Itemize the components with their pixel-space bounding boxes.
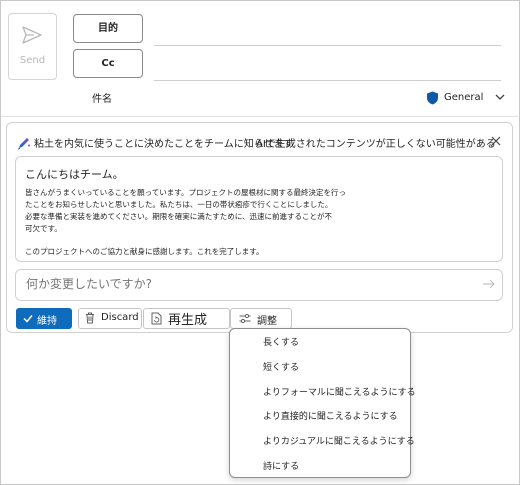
header-divider bbox=[1, 116, 518, 117]
draft-line: たことをお知らせしたいと思いました。私たちは、一日の帯状疱疹で行くことにしました… bbox=[25, 200, 333, 209]
send-label: Send bbox=[19, 55, 46, 66]
menu-item-poem[interactable]: 詩にする bbox=[263, 459, 299, 472]
check-icon bbox=[23, 315, 33, 323]
copilot-draft-card: 粘土を内気に使うことに決めたことをチームに知らせます AIで生成されたコンテンツ… bbox=[6, 122, 513, 333]
draft-line: 皆さんがうまくいっていることを願っています。プロジェクトの屋根材に関する最終決定… bbox=[25, 188, 346, 197]
draft-text-area[interactable]: こんにちはチーム。 皆さんがうまくいっていることを願っています。プロジェクトの屋… bbox=[15, 156, 503, 262]
adjust-button[interactable]: 調整 bbox=[230, 308, 292, 329]
regenerate-icon bbox=[151, 312, 162, 325]
discard-label: Discard bbox=[101, 312, 139, 323]
regenerate-label: 再生成 bbox=[168, 313, 208, 328]
menu-item-shorter[interactable]: 短くする bbox=[263, 360, 299, 373]
close-icon[interactable] bbox=[491, 136, 501, 146]
draft-line: 必要な準備と実装を進めてください。期限を確実に満たすために、迅速に前進することが… bbox=[25, 212, 333, 221]
menu-item-casual[interactable]: よりカジュアルに聞こえるようにする bbox=[263, 434, 415, 447]
ai-disclaimer: AIで生成されたコンテンツが正しくない可能性がある bbox=[256, 139, 496, 150]
draft-line: 可欠です。 bbox=[25, 224, 62, 233]
send-arrow-icon[interactable] bbox=[482, 278, 496, 290]
sliders-icon bbox=[239, 313, 251, 324]
chevron-down-icon bbox=[495, 94, 505, 100]
refine-input[interactable] bbox=[26, 277, 466, 291]
send-icon bbox=[22, 26, 42, 44]
regenerate-button[interactable]: 再生成 bbox=[143, 308, 230, 329]
sensitivity-label: General bbox=[444, 92, 484, 103]
adjust-label: 調整 bbox=[257, 316, 277, 327]
adjust-menu: 長くする 短くする よりフォーマルに聞こえるようにする より直接的に聞こえるよう… bbox=[229, 328, 416, 478]
keep-label: 維持 bbox=[37, 316, 57, 327]
draft-line: このプロジェクトへのご協力と献身に感謝します。これを完了します。 bbox=[25, 247, 264, 256]
draft-greeting: こんにちはチーム。 bbox=[25, 168, 124, 181]
to-field[interactable] bbox=[154, 45, 501, 46]
shield-icon bbox=[427, 91, 438, 105]
menu-item-formal[interactable]: よりフォーマルに聞こえるようにする bbox=[263, 385, 416, 398]
menu-item-longer[interactable]: 長くする bbox=[263, 335, 299, 348]
copilot-pen-icon bbox=[17, 138, 30, 150]
trash-icon bbox=[86, 312, 94, 324]
discard-button[interactable]: Discard bbox=[78, 308, 142, 329]
send-button[interactable]: Send bbox=[8, 13, 57, 80]
to-button[interactable]: 目的 bbox=[73, 14, 143, 43]
refine-box bbox=[15, 269, 503, 301]
cc-field[interactable] bbox=[154, 80, 501, 81]
keep-button[interactable]: 維持 bbox=[16, 308, 72, 329]
copilot-prompt: 粘土を内気に使うことに決めたことをチームに知らせます bbox=[34, 139, 294, 150]
subject-label: 件名 bbox=[92, 94, 112, 105]
cc-button[interactable]: Cc bbox=[73, 49, 143, 78]
menu-item-direct[interactable]: より直接的に聞こえるようにする bbox=[263, 409, 398, 422]
